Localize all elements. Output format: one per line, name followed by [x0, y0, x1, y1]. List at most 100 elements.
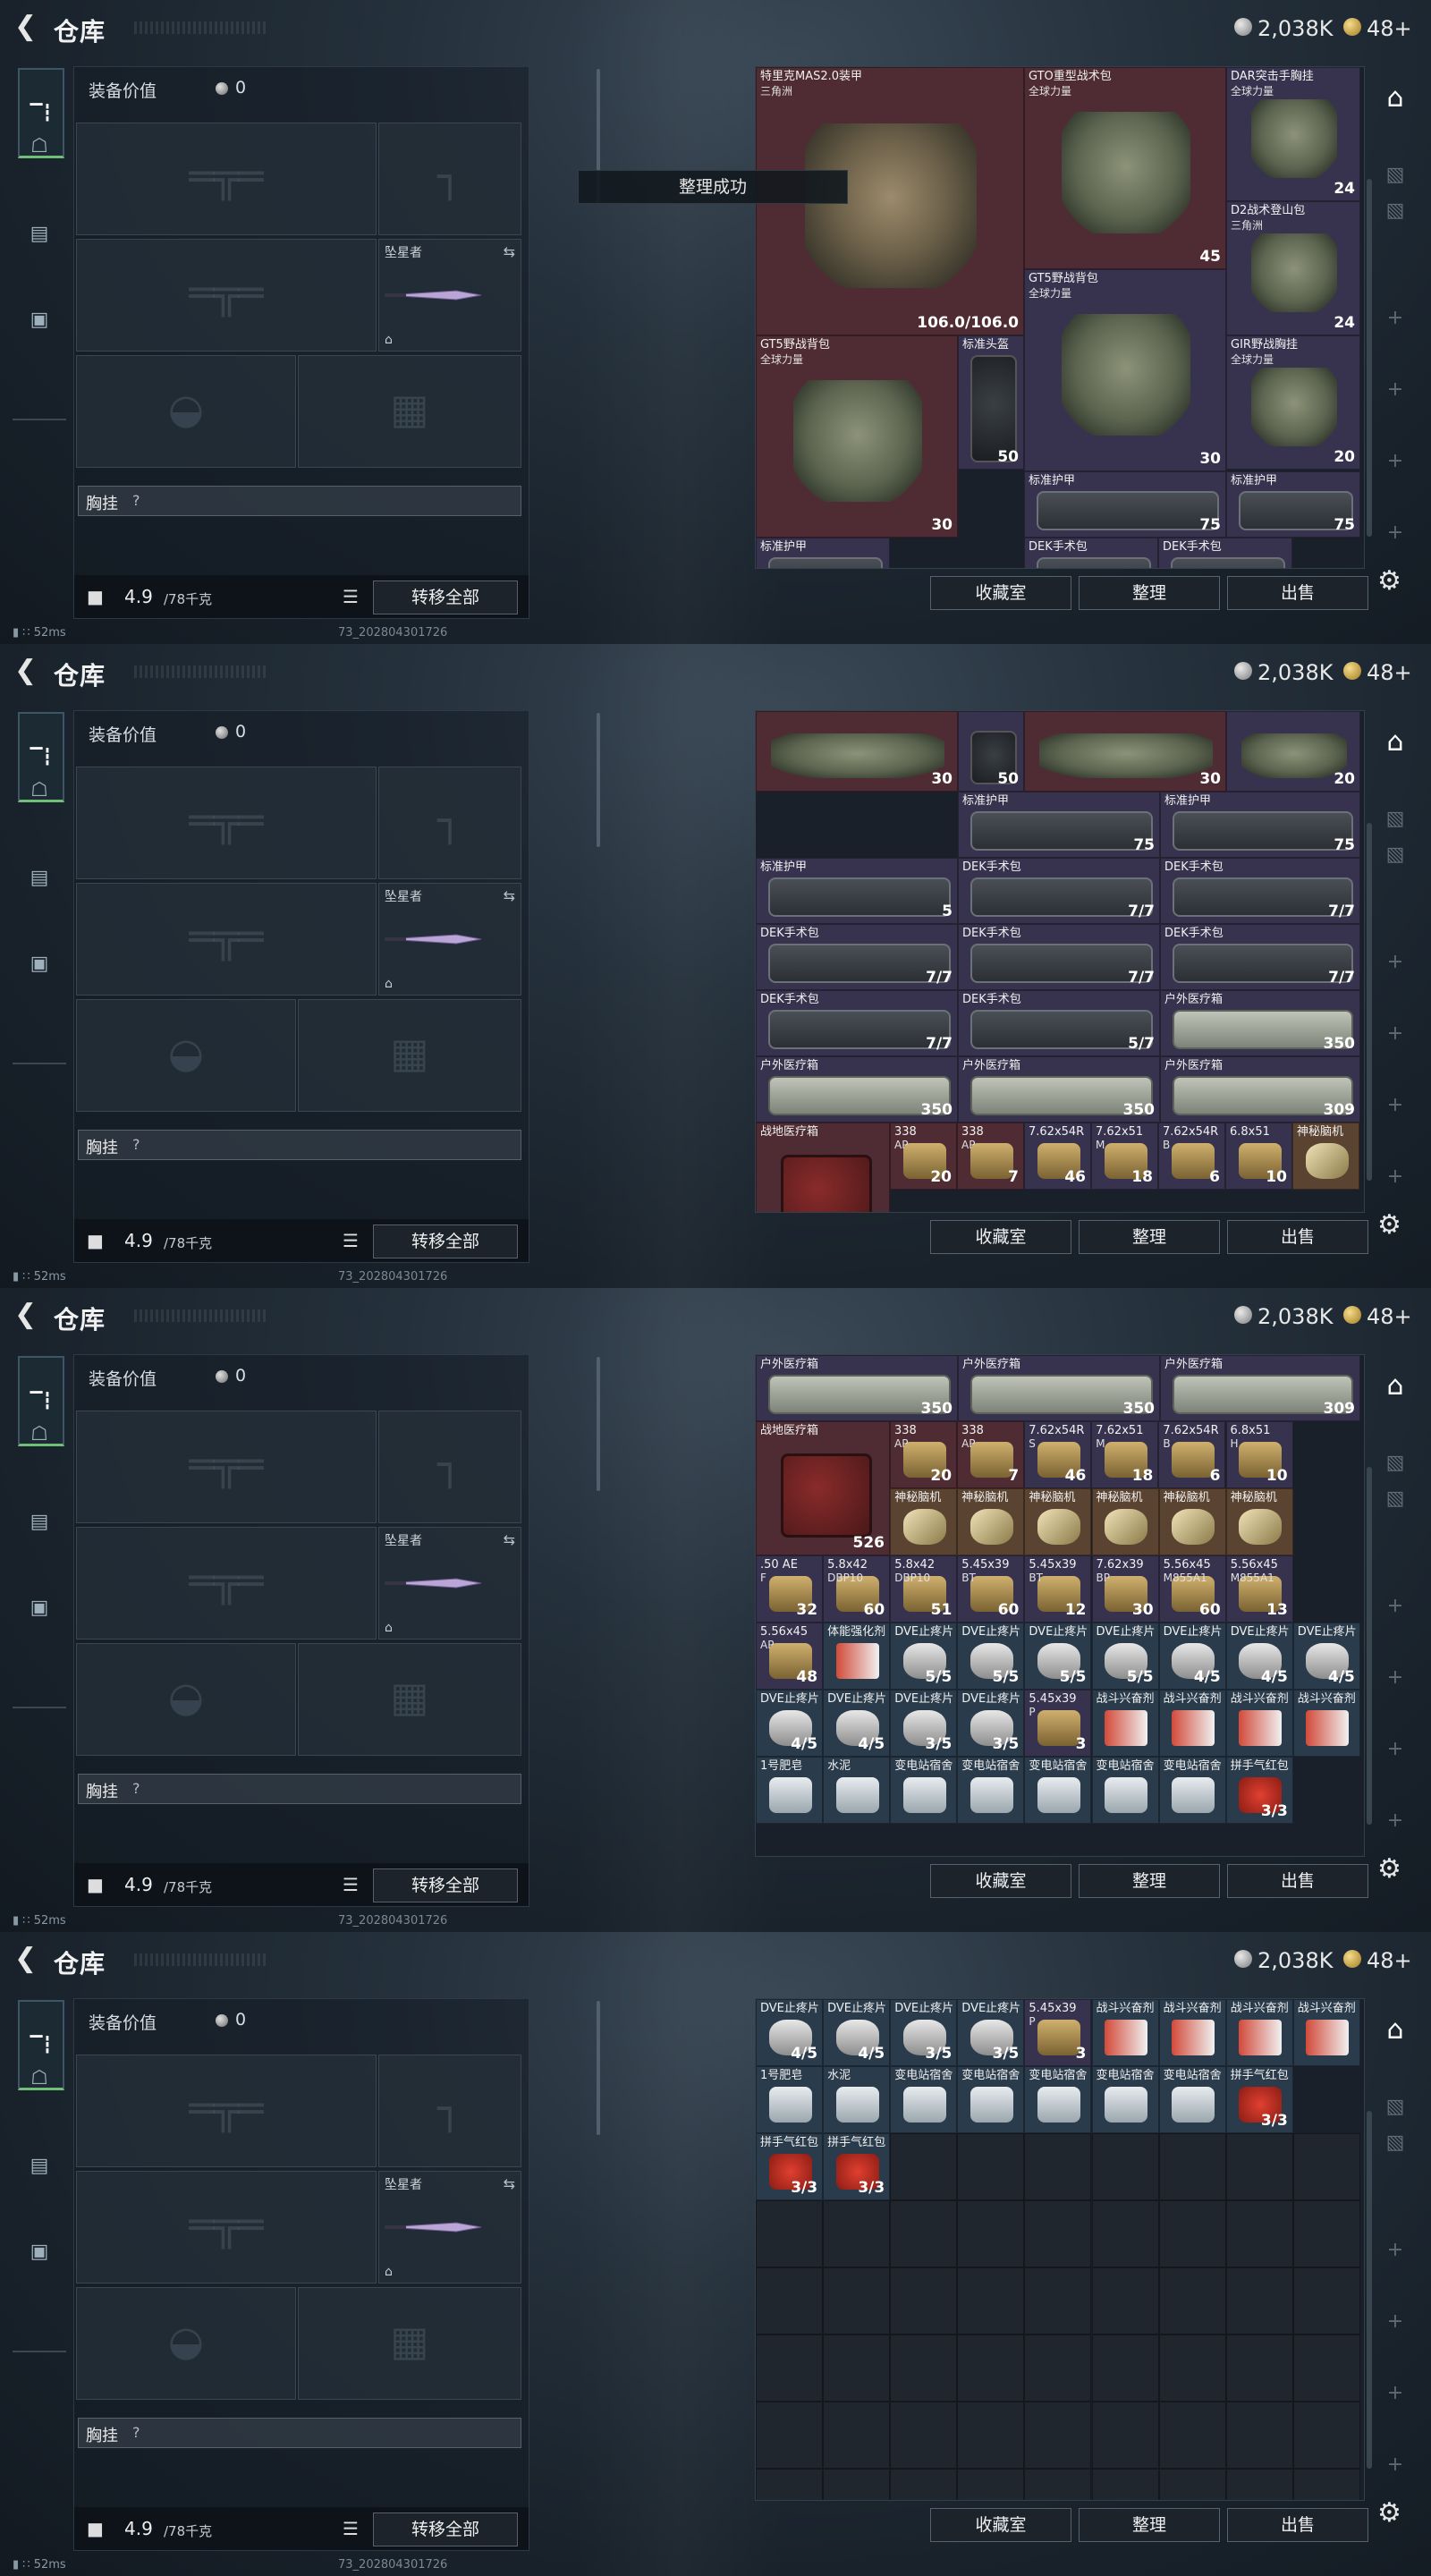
settings-gear-icon[interactable]: ⚙ — [1377, 1853, 1401, 1885]
empty-slot[interactable] — [890, 2402, 958, 2469]
empty-slot[interactable] — [823, 2402, 891, 2469]
right-scrollbar[interactable] — [1367, 1467, 1372, 1825]
inventory-item[interactable]: 5.45x39 BT 60 — [957, 1555, 1025, 1623]
inventory-item[interactable]: 标准护甲 75 — [1024, 471, 1226, 538]
back-arrow-icon[interactable]: ❮ — [14, 657, 39, 684]
empty-slot[interactable] — [756, 2334, 824, 2402]
inventory-item[interactable]: 6.8x51 H 10 — [1225, 1421, 1293, 1488]
secondary-weapon-slot[interactable]: ═╦═ — [76, 239, 377, 352]
empty-slot[interactable] — [823, 2334, 891, 2402]
stash-tab-icon[interactable]: ▧ — [1377, 193, 1413, 229]
vault-icon[interactable]: ⌂ — [1377, 80, 1413, 116]
primary-weapon-slot[interactable]: ═╦═ — [76, 123, 377, 235]
list-icon[interactable]: ☰ — [343, 1230, 359, 1251]
list-icon[interactable]: ☰ — [343, 1874, 359, 1895]
inventory-item[interactable]: 1号肥皂 — [756, 2066, 824, 2133]
inventory-item[interactable]: DVE止疼片 5/5 — [890, 1623, 958, 1690]
empty-slot[interactable] — [1024, 2133, 1092, 2200]
armor-slot[interactable]: ▦ — [298, 355, 521, 468]
inventory-item[interactable]: 5.8x42 DBP10 60 — [823, 1555, 891, 1623]
inventory-item[interactable]: 变电站宿舍 — [1158, 2066, 1226, 2133]
add-stash-icon[interactable]: + — [1377, 515, 1413, 551]
stash-tab-icon[interactable]: ▧ — [1377, 801, 1413, 837]
helmet-slot[interactable]: ◒ — [76, 1643, 296, 1756]
inventory-item[interactable]: 水泥 — [823, 1757, 891, 1824]
pistol-slot[interactable]: ┐ — [378, 123, 521, 235]
empty-slot[interactable] — [1225, 2267, 1293, 2334]
stash-tab-icon[interactable]: ▧ — [1377, 2089, 1413, 2125]
inventory-item[interactable]: 体能强化剂 — [823, 1623, 891, 1690]
empty-slot[interactable] — [1292, 2469, 1360, 2500]
empty-slot[interactable] — [1091, 2200, 1159, 2267]
vault-icon[interactable]: ⌂ — [1377, 724, 1413, 760]
settings-gear-icon[interactable]: ⚙ — [1377, 2497, 1401, 2529]
empty-slot[interactable] — [756, 2469, 824, 2500]
left-scrollbar[interactable] — [597, 1357, 600, 1491]
inventory-item[interactable]: 50 — [958, 711, 1024, 792]
add-stash-icon[interactable]: + — [1377, 2304, 1413, 2340]
empty-slot[interactable] — [1091, 2133, 1159, 2200]
inventory-item[interactable]: 变电站宿舍 — [890, 2066, 958, 2133]
inventory-item[interactable]: 30 — [756, 711, 958, 792]
gold-amount[interactable]: 48+ — [1367, 660, 1412, 685]
inventory-item[interactable]: DVE止疼片 5/5 — [1024, 1623, 1092, 1690]
armor-slot[interactable]: ▦ — [298, 2287, 521, 2400]
inventory-item[interactable]: 338 AP 7 — [957, 1123, 1024, 1190]
inventory-item[interactable]: DEK手术包 7/7 — [958, 858, 1160, 924]
empty-slot[interactable] — [957, 2469, 1025, 2500]
inventory-item[interactable]: 7.62x54R B 6 — [1158, 1421, 1226, 1488]
tab-briefcase[interactable]: ▣ — [21, 946, 57, 982]
inventory-item[interactable]: 神秘脑机 — [1091, 1488, 1159, 1555]
inventory-item[interactable]: 拼手气红包 3/3 — [823, 2133, 891, 2200]
inventory-item[interactable]: 战斗兴奋剂 — [1091, 1690, 1159, 1757]
transfer-all-button[interactable]: 转移全部 — [373, 1868, 518, 1902]
melee-slot[interactable]: 坠星者 ⇆ ⌂ — [378, 2171, 521, 2284]
vault-icon[interactable]: ⌂ — [1377, 2012, 1413, 2048]
inventory-item[interactable]: DVE止疼片 4/5 — [1292, 1623, 1360, 1690]
empty-slot[interactable] — [1292, 2267, 1360, 2334]
inventory-item[interactable]: 5.8x42 DBP10 51 — [890, 1555, 958, 1623]
add-stash-icon[interactable]: + — [1377, 1589, 1413, 1624]
add-stash-icon[interactable]: + — [1377, 372, 1413, 408]
gold-amount[interactable]: 48+ — [1367, 16, 1412, 41]
inventory-item[interactable]: 标准护甲 75 — [1160, 792, 1360, 858]
inventory-item[interactable]: DEK手术包 — [1024, 538, 1158, 568]
tab-briefcase[interactable]: ▣ — [21, 1590, 57, 1626]
inventory-item[interactable]: DVE止疼片 3/5 — [890, 1999, 958, 2066]
empty-slot[interactable] — [957, 2334, 1025, 2402]
inventory-item[interactable]: 神秘脑机 — [890, 1488, 958, 1555]
tab-backpack[interactable]: ▤ — [21, 2148, 57, 2184]
empty-slot[interactable] — [1024, 2469, 1092, 2500]
gold-amount[interactable]: 48+ — [1367, 1948, 1412, 1973]
inventory-item[interactable]: DEK手术包 7/7 — [1160, 924, 1360, 990]
pistol-slot[interactable]: ┐ — [378, 1411, 521, 1523]
helmet-slot[interactable]: ◒ — [76, 999, 296, 1112]
tab-backpack[interactable]: ▤ — [21, 1504, 57, 1540]
list-icon[interactable]: ☰ — [343, 586, 359, 607]
inventory-item[interactable]: 变电站宿舍 — [1024, 1757, 1092, 1824]
add-stash-icon[interactable]: + — [1377, 2447, 1413, 2483]
inventory-item[interactable]: DVE止疼片 3/5 — [957, 1690, 1025, 1757]
left-scrollbar[interactable] — [597, 713, 600, 847]
empty-slot[interactable] — [1225, 2334, 1293, 2402]
empty-slot[interactable] — [756, 2267, 824, 2334]
inventory-item[interactable]: GT5野战背包 全球力量 30 — [1024, 269, 1226, 471]
back-arrow-icon[interactable]: ❮ — [14, 13, 39, 40]
sell-button[interactable]: 出售 — [1227, 1864, 1368, 1898]
inventory-item[interactable]: 338 AP 20 — [890, 1123, 957, 1190]
inventory-item[interactable]: 水泥 — [823, 2066, 891, 2133]
settings-gear-icon[interactable]: ⚙ — [1377, 1209, 1401, 1241]
inventory-item[interactable]: DVE止疼片 4/5 — [756, 1690, 824, 1757]
empty-slot[interactable] — [957, 2200, 1025, 2267]
empty-slot[interactable] — [823, 2200, 891, 2267]
vault-icon[interactable]: ⌂ — [1377, 1368, 1413, 1404]
empty-slot[interactable] — [1158, 2469, 1226, 2500]
inventory-item[interactable]: 标准护甲 5 — [756, 858, 958, 924]
empty-slot[interactable] — [1225, 2133, 1293, 2200]
inventory-item[interactable]: 神秘脑机 — [1024, 1488, 1092, 1555]
inventory-item[interactable]: 拼手气红包 3/3 — [1225, 2066, 1293, 2133]
inventory-item[interactable]: DVE止疼片 4/5 — [756, 1999, 824, 2066]
right-scrollbar[interactable] — [1367, 2111, 1372, 2469]
inventory-item[interactable]: 7.62x51 M 18 — [1091, 1421, 1159, 1488]
inventory-item[interactable]: DVE止疼片 4/5 — [1158, 1623, 1226, 1690]
